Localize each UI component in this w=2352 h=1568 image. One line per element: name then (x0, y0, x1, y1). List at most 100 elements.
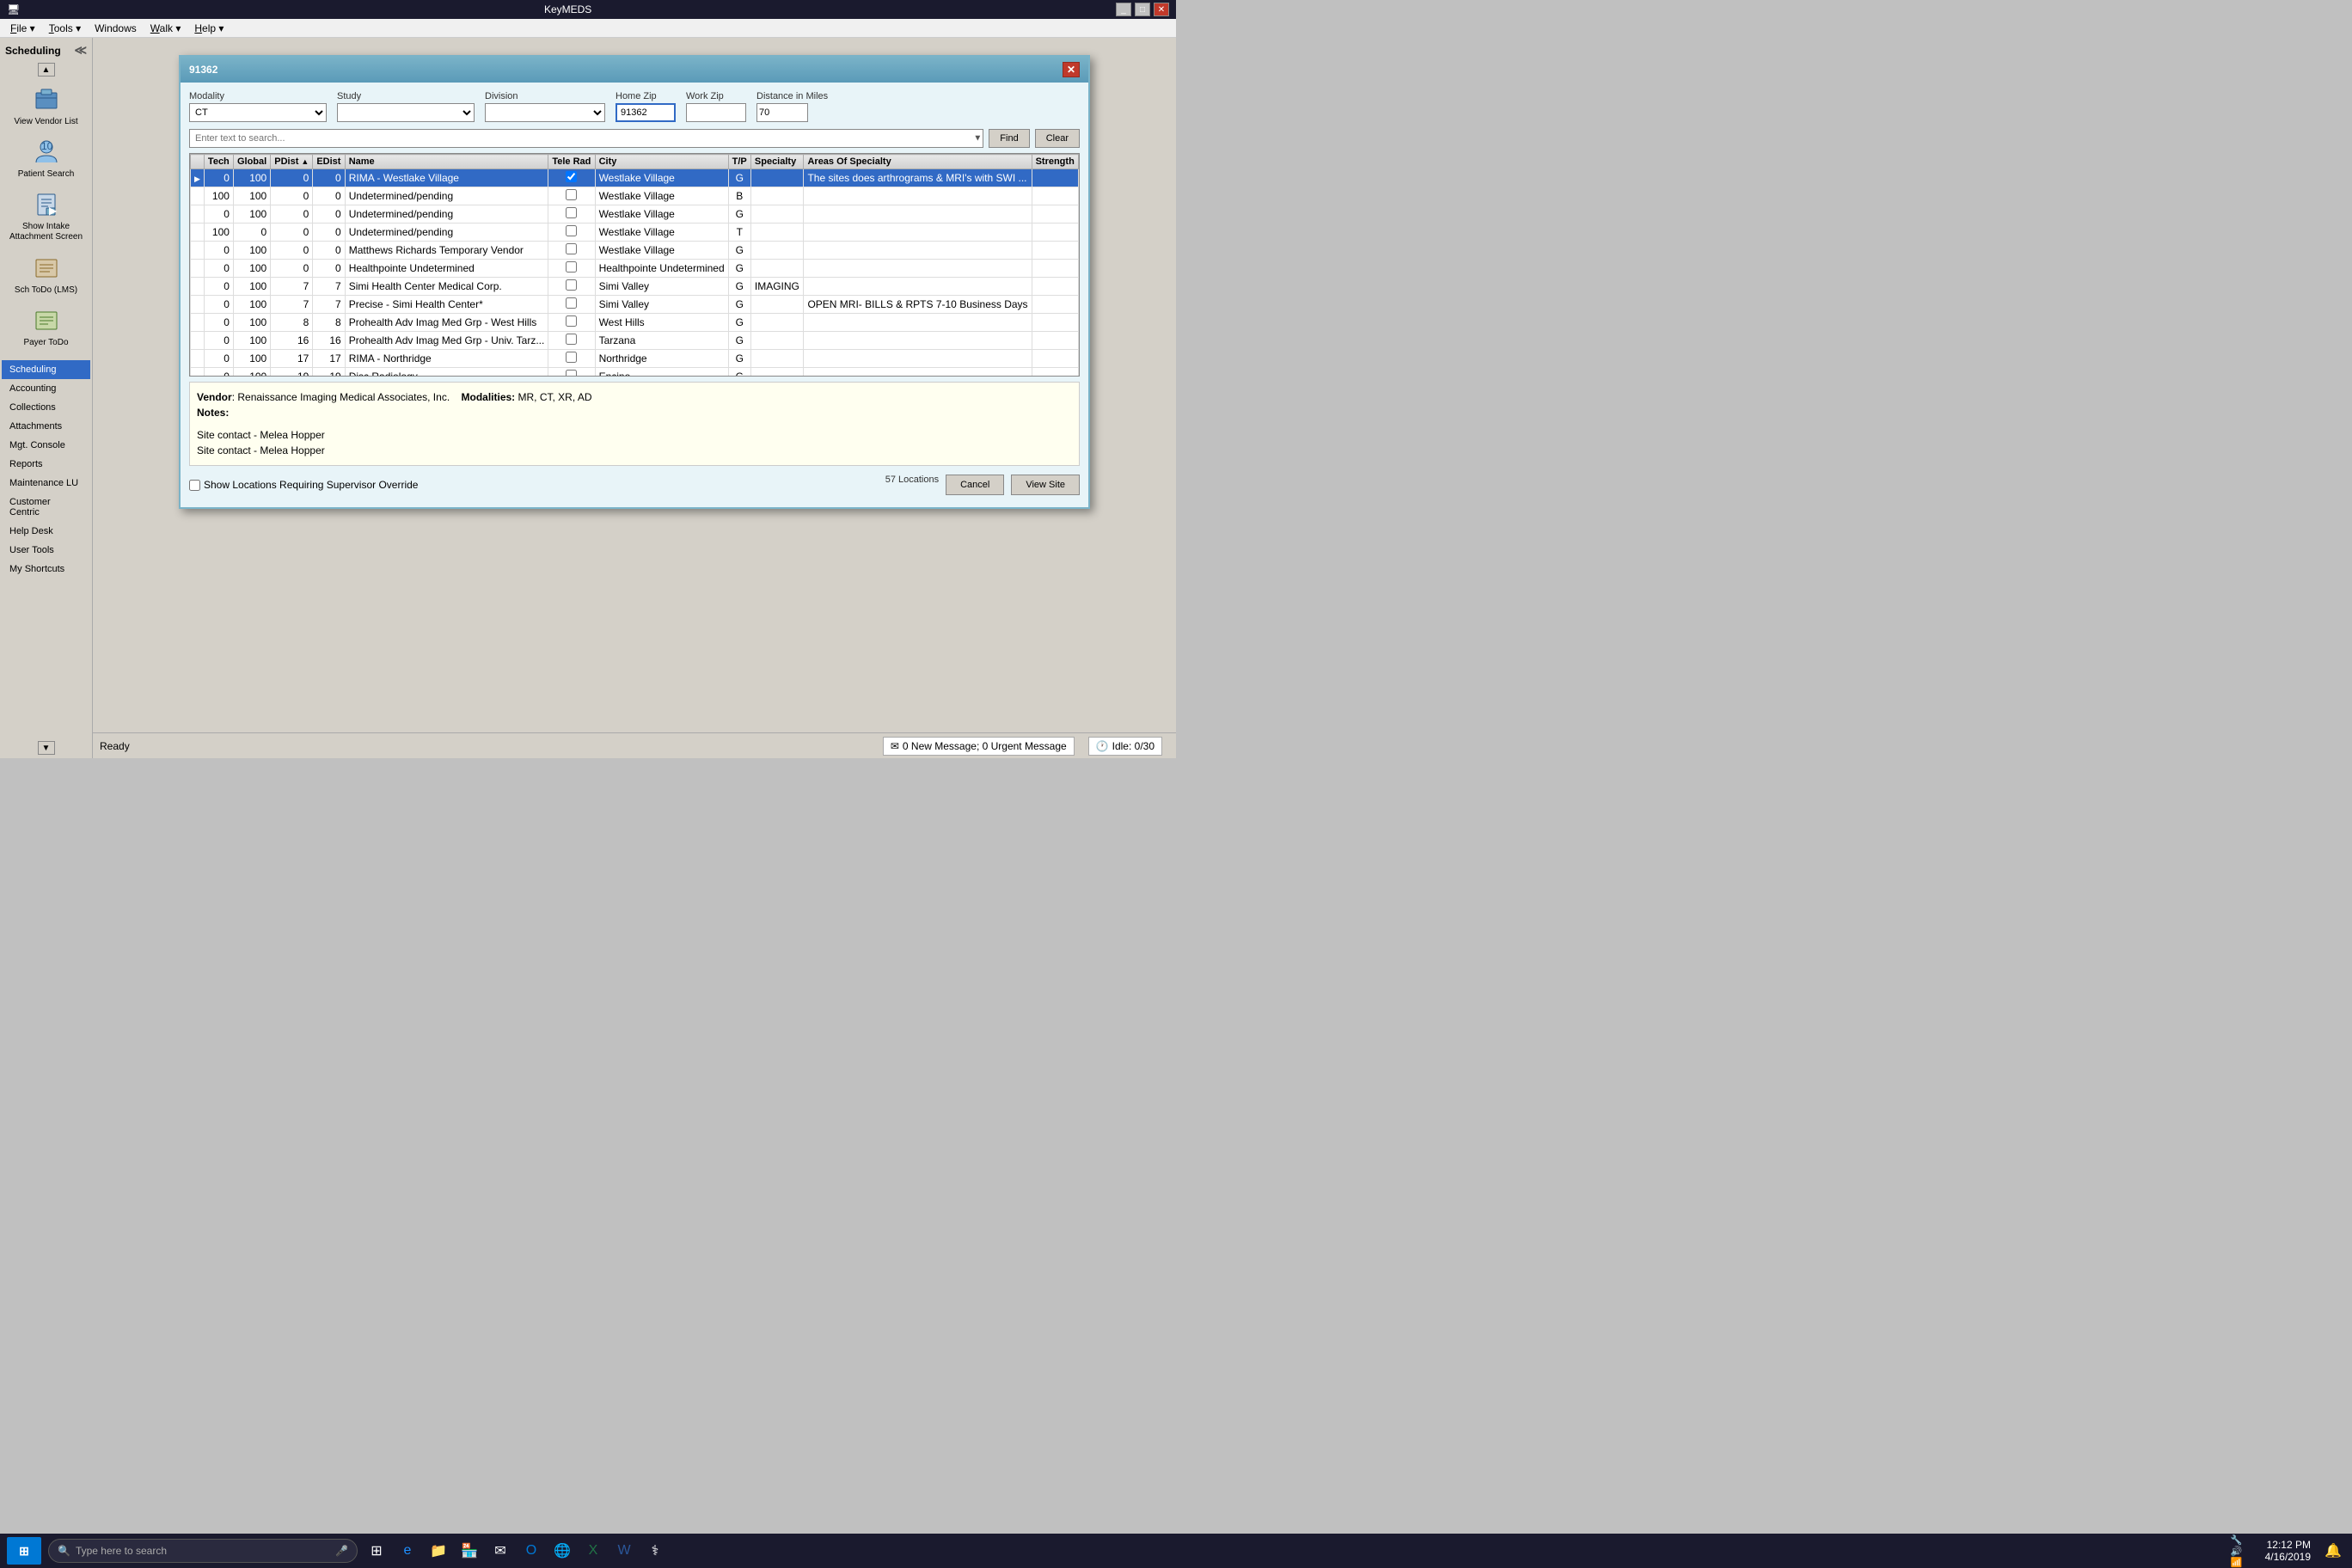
taskbar-explorer[interactable]: 📁 (426, 1539, 450, 1563)
menu-windows[interactable]: Windows (88, 21, 144, 36)
intake-label: Show Intake Attachment Screen (6, 222, 86, 242)
row-specialty: IMAGING (750, 278, 804, 296)
col-specialty-header[interactable]: Specialty (750, 155, 804, 169)
division-select[interactable] (485, 103, 605, 122)
row-specialty (750, 260, 804, 278)
menu-help[interactable]: Help ▾ (187, 21, 230, 36)
workzip-input[interactable] (686, 103, 746, 122)
sidebar-scroll-down[interactable]: ▼ (38, 741, 55, 755)
col-tp-header[interactable]: T/P (728, 155, 750, 169)
taskbar-outlook[interactable]: O (519, 1539, 543, 1563)
menu-file[interactable]: File ▾ (3, 21, 42, 36)
minimize-button[interactable]: _ (1116, 3, 1131, 16)
clear-button[interactable]: Clear (1035, 129, 1080, 148)
taskbar-notification[interactable]: 🔔 (2321, 1539, 2345, 1563)
sidebar-scroll-up[interactable]: ▲ (38, 63, 55, 77)
supervisor-checkbox[interactable] (189, 480, 200, 491)
table-row[interactable]: 0 100 0 0 Healthpointe Undetermined Heal… (191, 260, 1079, 278)
table-row[interactable]: 0 100 8 8 Prohealth Adv Imag Med Grp - W… (191, 314, 1079, 332)
row-specialty (750, 350, 804, 368)
taskbar-edge[interactable]: e (395, 1539, 420, 1563)
table-row[interactable]: 0 100 7 7 Precise - Simi Health Center* … (191, 296, 1079, 314)
col-global-header[interactable]: Global (233, 155, 270, 169)
col-name-header[interactable]: Name (345, 155, 548, 169)
study-select[interactable] (337, 103, 475, 122)
table-row[interactable]: 100 0 0 0 Undetermined/pending Westlake … (191, 224, 1079, 242)
table-row[interactable]: 0 100 19 19 Disc Radiology Encino G (191, 368, 1079, 377)
table-row[interactable]: 0 100 17 17 RIMA - Northridge Northridge… (191, 350, 1079, 368)
sidebar-item-sch-todo[interactable]: Sch ToDo (LMS) (2, 248, 90, 299)
table-row[interactable]: 0 100 16 16 Prohealth Adv Imag Med Grp -… (191, 332, 1079, 350)
row-telerad (548, 314, 595, 332)
taskbar-word[interactable]: W (612, 1539, 636, 1563)
row-tech: 0 (204, 242, 233, 260)
view-site-button[interactable]: View Site (1011, 475, 1080, 495)
sidebar-nav-user-tools[interactable]: User Tools (2, 541, 90, 560)
row-tech: 0 (204, 205, 233, 224)
col-edist-header[interactable]: EDist (313, 155, 345, 169)
col-telerad-header[interactable]: Tele Rad (548, 155, 595, 169)
taskbar-search[interactable]: 🔍 Type here to search 🎤 (48, 1539, 358, 1563)
sidebar-nav-reports[interactable]: Reports (2, 455, 90, 474)
search-dropdown-arrow-icon[interactable]: ▼ (973, 134, 982, 144)
sidebar-collapse-button[interactable]: ≪ (74, 43, 87, 58)
search-input[interactable] (189, 129, 983, 148)
modality-select[interactable]: CT MR XR AD (189, 103, 327, 122)
taskbar-task-view[interactable]: ⊞ (364, 1539, 389, 1563)
table-row[interactable]: 0 100 0 0 Matthews Richards Temporary Ve… (191, 242, 1079, 260)
sidebar-nav-helpdesk[interactable]: Help Desk (2, 522, 90, 541)
row-pointer (191, 187, 205, 205)
row-specialty (750, 296, 804, 314)
row-name: RIMA - Northridge (345, 350, 548, 368)
row-pointer (191, 350, 205, 368)
maximize-button[interactable]: □ (1135, 3, 1150, 16)
payertodo-icon (31, 305, 62, 336)
row-areas (804, 278, 1032, 296)
sidebar-nav-maintenance[interactable]: Maintenance LU (2, 474, 90, 493)
sidebar-nav-attachments[interactable]: Attachments (2, 417, 90, 436)
table-row[interactable]: 100 100 0 0 Undetermined/pending Westlak… (191, 187, 1079, 205)
row-telerad (548, 278, 595, 296)
supervisor-label: Show Locations Requiring Supervisor Over… (204, 479, 418, 491)
col-city-header[interactable]: City (595, 155, 728, 169)
col-strength-header[interactable]: Strength (1032, 155, 1078, 169)
col-tech-header[interactable]: Tech (204, 155, 233, 169)
sidebar-item-view-vendor-list[interactable]: View Vendor List (2, 80, 90, 131)
close-button[interactable]: ✕ (1154, 3, 1169, 16)
taskbar-store[interactable]: 🏪 (457, 1539, 481, 1563)
taskbar-keymeds[interactable]: ⚕ (643, 1539, 667, 1563)
row-telerad (548, 332, 595, 350)
sidebar-item-patient-search[interactable]: 10 Patient Search (2, 132, 90, 183)
sidebar-item-intake-attachment[interactable]: ▶ Show Intake Attachment Screen (2, 185, 90, 247)
sidebar-nav-customer[interactable]: Customer Centric (2, 493, 90, 522)
find-button[interactable]: Find (989, 129, 1029, 148)
menu-walk[interactable]: Walk ▾ (144, 21, 188, 36)
row-telerad (548, 350, 595, 368)
cancel-button[interactable]: Cancel (946, 475, 1004, 495)
taskbar-excel[interactable]: X (581, 1539, 605, 1563)
sidebar-item-payer-todo[interactable]: Payer ToDo (2, 301, 90, 352)
row-name: Undetermined/pending (345, 205, 548, 224)
taskbar-chrome[interactable]: 🌐 (550, 1539, 574, 1563)
col-pdist-header[interactable]: PDist ▲ (271, 155, 313, 169)
row-name: Undetermined/pending (345, 224, 548, 242)
sidebar-nav-shortcuts[interactable]: My Shortcuts (2, 560, 90, 579)
table-row[interactable]: 0 100 0 0 Undetermined/pending Westlake … (191, 205, 1079, 224)
row-tp: G (728, 296, 750, 314)
sidebar-nav-mgt-console[interactable]: Mgt. Console (2, 436, 90, 455)
row-pointer (191, 296, 205, 314)
row-specialty (750, 169, 804, 187)
col-areas-header[interactable]: Areas Of Specialty (804, 155, 1032, 169)
distance-input[interactable] (756, 103, 808, 122)
sidebar-nav-collections[interactable]: Collections (2, 398, 90, 417)
table-row[interactable]: 0 100 7 7 Simi Health Center Medical Cor… (191, 278, 1079, 296)
start-button[interactable]: ⊞ (7, 1537, 41, 1565)
table-row[interactable]: ▶ 0 100 0 0 RIMA - Westlake Village West… (191, 169, 1079, 187)
taskbar-mail[interactable]: ✉ (488, 1539, 512, 1563)
menu-tools[interactable]: Tools ▾ (42, 21, 88, 36)
row-city: Northridge (595, 350, 728, 368)
sidebar-nav-scheduling[interactable]: Scheduling (2, 360, 90, 379)
homezip-input[interactable] (616, 103, 676, 122)
modal-close-button[interactable]: ✕ (1063, 62, 1080, 77)
sidebar-nav-accounting[interactable]: Accounting (2, 379, 90, 398)
